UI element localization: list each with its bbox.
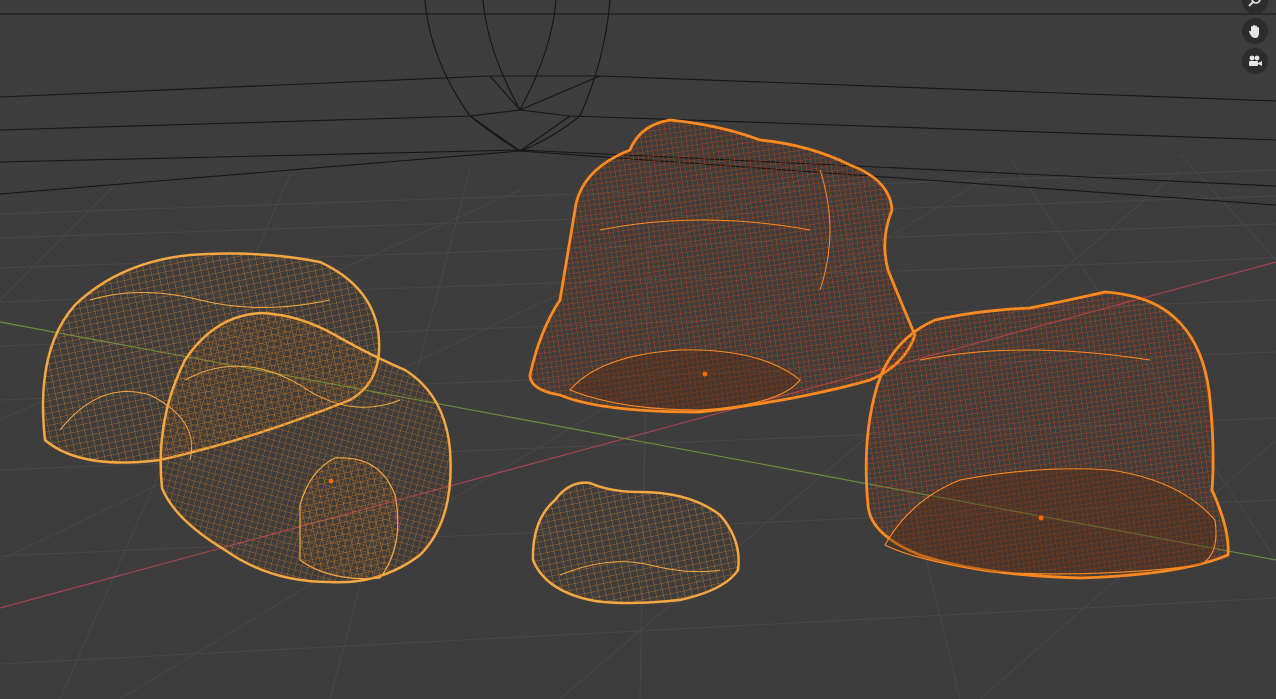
object-origin-dot: [702, 371, 708, 377]
object-origin-dot: [328, 478, 334, 484]
viewport-scene[interactable]: [0, 0, 1276, 699]
magnifier-icon[interactable]: [1242, 0, 1268, 14]
object-origin-dot: [1038, 515, 1044, 521]
camera-icon[interactable]: [1242, 48, 1268, 74]
rock-right[interactable]: [864, 290, 1230, 580]
navigation-gizmo: [1240, 0, 1270, 78]
hand-icon[interactable]: [1242, 18, 1268, 44]
3d-viewport[interactable]: [0, 0, 1276, 699]
